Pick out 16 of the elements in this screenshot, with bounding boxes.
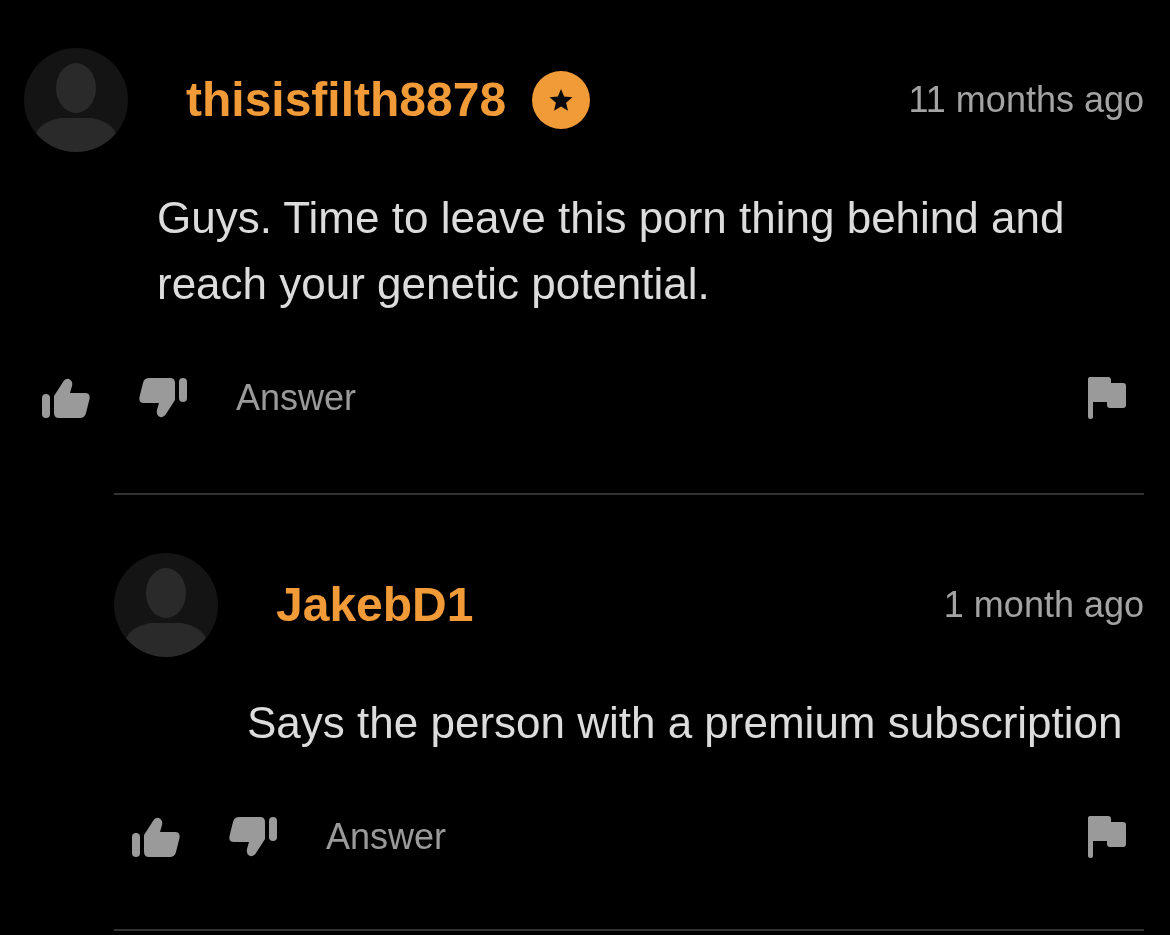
answer-button[interactable]: Answer (326, 816, 447, 858)
comment-time: 11 months ago (908, 79, 1144, 121)
comment-time: 1 month ago (943, 584, 1144, 626)
thumbs-up-icon[interactable] (132, 817, 180, 857)
avatar-icon (24, 48, 128, 152)
comment-text: Says the person with a premium subscription (247, 697, 1124, 749)
thumbs-down-icon[interactable] (229, 817, 277, 857)
thumbs-down-icon[interactable] (139, 378, 187, 418)
username[interactable]: thisisfilth8878 (186, 72, 507, 128)
flag-icon[interactable] (1088, 816, 1126, 858)
comment-text: Guys. Time to leave this porn thing behind and reach your genetic potential. (157, 192, 1066, 310)
answer-button[interactable]: Answer (236, 377, 357, 419)
avatar-icon (114, 553, 218, 657)
flag-icon[interactable] (1088, 377, 1126, 419)
username[interactable]: JakebD1 (276, 577, 474, 633)
thumbs-up-icon[interactable] (42, 378, 90, 418)
